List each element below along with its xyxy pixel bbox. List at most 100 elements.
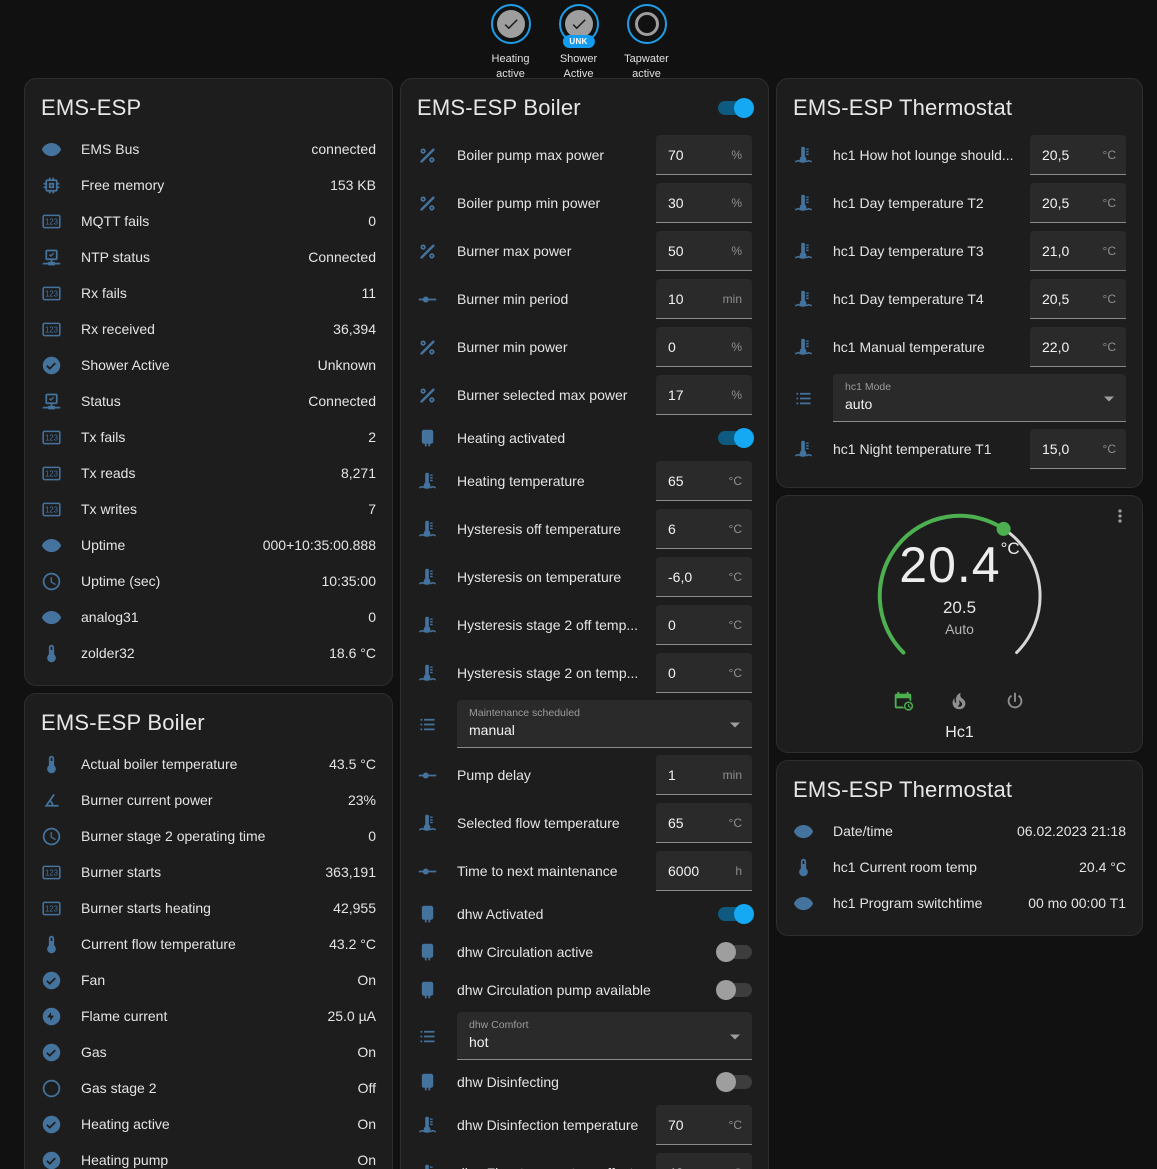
check-circle-icon [41,355,62,376]
entity-value: Connected [308,393,376,409]
number-value: 70 [656,1117,684,1133]
eye-icon [793,821,814,842]
water-boiler-icon [417,980,438,1001]
entity-row: Boiler pump min power30% [417,179,752,227]
coolant-icon [417,663,438,684]
toggle-switch[interactable] [718,1075,752,1089]
toggle-thumb [734,904,754,924]
number-value: 50 [656,243,684,259]
entity-row: Free memory153 KB [41,167,376,203]
number-unit: °C [1103,148,1126,162]
number-input[interactable]: 40°C [656,1153,752,1169]
thermostat-gauge[interactable] [850,510,1070,682]
row-icon-box [417,714,457,735]
select-value: auto [845,396,1114,412]
row-icon-box [417,193,457,214]
row-icon-box [417,942,457,963]
toggle-thumb [716,1072,736,1092]
chevron-down-icon[interactable] [730,722,740,727]
number-input[interactable]: 65°C [656,803,752,843]
entity-label: Hysteresis off temperature [457,521,656,537]
number-input[interactable]: 0% [656,327,752,367]
number-input[interactable]: 0°C [656,653,752,693]
number-input[interactable]: 30% [656,183,752,223]
coolant-icon [793,193,814,214]
number-input[interactable]: 6000h [656,851,752,891]
chevron-down-icon[interactable] [730,1034,740,1039]
svg-text:123: 123 [45,505,59,514]
entity-value: 18.6 °C [329,645,376,661]
toggle-switch[interactable] [718,431,752,445]
number-input[interactable]: -6,0°C [656,557,752,597]
glance-badge[interactable]: Tapwater active [615,4,679,82]
row-icon-box [417,471,457,492]
number-input[interactable]: 1min [656,755,752,795]
entity-label: hc1 Day temperature T2 [833,195,1030,211]
number-input[interactable]: 20,5°C [1030,279,1126,319]
toggle-switch[interactable] [718,945,752,959]
row-icon-box [417,861,457,882]
number-input[interactable]: 17% [656,375,752,415]
calendar-clock-icon[interactable] [892,690,916,714]
badge-ring: UNK [559,4,599,44]
counter-icon: 123 [41,283,62,304]
power-icon[interactable] [1004,690,1028,714]
entity-row: 123Tx writes7 [41,491,376,527]
number-unit: % [731,340,752,354]
entity-row: 123Tx reads8,271 [41,455,376,491]
gauge-knob[interactable] [996,522,1010,536]
entity-label: Date/time [833,823,1017,839]
check-circle-icon [41,1150,62,1169]
card-header-toggle[interactable] [718,101,752,115]
number-input[interactable]: 0°C [656,605,752,645]
chevron-down-icon[interactable] [1104,396,1114,401]
thermometer-icon [41,934,62,955]
toggle-thumb [734,98,754,118]
entity-row: Current flow temperature43.2 °C [41,926,376,962]
coolant-icon [417,1115,438,1136]
entity-value: connected [311,141,376,157]
number-unit: h [735,864,752,878]
check-circle-icon [41,970,62,991]
entity-row: Selected flow temperature65°C [417,799,752,847]
number-input[interactable]: 65°C [656,461,752,501]
counter-icon: 123 [41,499,62,520]
entity-row: 123Burner starts heating42,955 [41,890,376,926]
entity-label: hc1 Program switchtime [833,895,1028,911]
flash-circle-icon [41,1006,62,1027]
number-input[interactable]: 10min [656,279,752,319]
entity-row: Uptime000+10:35:00.888 [41,527,376,563]
number-input[interactable]: 70% [656,135,752,175]
select-field[interactable]: dhw Comforthot [457,1012,752,1060]
number-input[interactable]: 15,0°C [1030,429,1126,469]
entity-label: zolder32 [81,645,329,661]
select-field[interactable]: hc1 Modeauto [833,374,1126,422]
entity-label: dhw Circulation active [457,944,718,960]
select-field[interactable]: Maintenance scheduledmanual [457,700,752,748]
glance-badge[interactable]: Heating active [479,4,543,82]
entity-row: Burner current power23% [41,782,376,818]
entity-label: Uptime [81,537,263,553]
glance-badge[interactable]: UNKShower Active [547,4,611,82]
number-input[interactable]: 50% [656,231,752,271]
entity-value: On [357,1152,376,1168]
number-input[interactable]: 20,5°C [1030,183,1126,223]
number-input[interactable]: 6°C [656,509,752,549]
eye-icon [41,535,62,556]
row-icon-box [417,241,457,262]
entity-row: NTP statusConnected [41,239,376,275]
entity-value: Connected [308,249,376,265]
number-value: 22,0 [1030,339,1069,355]
row-icon-box [41,391,81,412]
entity-value: On [357,1044,376,1060]
row-icon-box [41,970,81,991]
toggle-switch[interactable] [718,907,752,921]
number-input[interactable]: 70°C [656,1105,752,1145]
fire-icon[interactable] [948,690,972,714]
entity-value: 36,394 [333,321,376,337]
toggle-switch[interactable] [718,983,752,997]
number-input[interactable]: 20,5°C [1030,135,1126,175]
number-input[interactable]: 22,0°C [1030,327,1126,367]
entity-value: 42,955 [333,900,376,916]
number-input[interactable]: 21,0°C [1030,231,1126,271]
